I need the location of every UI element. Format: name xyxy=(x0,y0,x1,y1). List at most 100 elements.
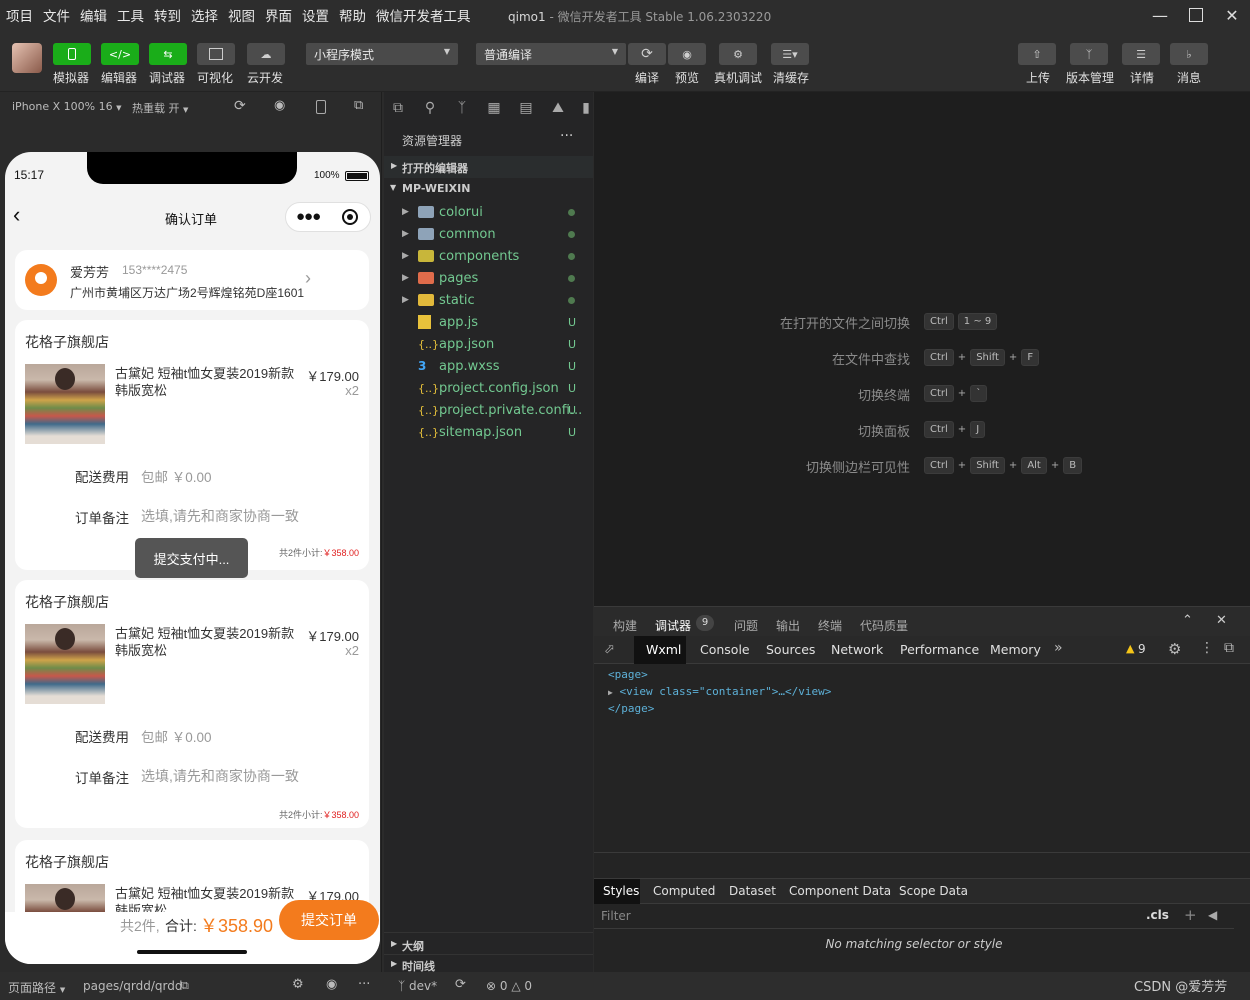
settings-gear-icon[interactable]: ⚙ xyxy=(1168,640,1181,658)
tab-console[interactable]: Console xyxy=(700,642,750,657)
visual-button[interactable] xyxy=(197,43,235,65)
debugger-button[interactable]: ⇆ xyxy=(149,43,187,65)
menu-tools[interactable]: 工具 xyxy=(117,5,144,25)
chevron-up-icon[interactable]: ⌃ xyxy=(1182,613,1193,628)
toggle-sidebar-icon[interactable]: ◀ xyxy=(1208,908,1217,922)
device-select[interactable]: iPhone X 100% 16 ▼ xyxy=(12,100,122,113)
kebab-menu-icon[interactable]: ⋮ xyxy=(1200,640,1214,656)
menu-select[interactable]: 选择 xyxy=(191,5,218,25)
menu-edit[interactable]: 编辑 xyxy=(80,5,107,25)
tab-styles[interactable]: Styles xyxy=(594,879,640,904)
wxml-line[interactable]: </page> xyxy=(608,702,654,715)
menu-goto[interactable]: 转到 xyxy=(154,5,181,25)
git-branch[interactable]: ᛉ dev* xyxy=(398,979,437,993)
version-button[interactable]: ᛉ xyxy=(1070,43,1108,65)
remote-debug-button[interactable]: ⚙ xyxy=(719,43,757,65)
back-icon[interactable]: ‹ xyxy=(13,202,20,228)
note-input[interactable]: 选填,请先和商家协商一致 xyxy=(141,506,299,526)
panel-icon[interactable]: ▮ xyxy=(576,98,596,118)
filter-input[interactable]: Filter xyxy=(601,909,631,923)
outline-section[interactable]: ▶ 大纲 xyxy=(384,932,593,954)
add-rule-icon[interactable]: + xyxy=(1184,906,1197,924)
more-icon[interactable]: ●●● xyxy=(296,208,321,225)
menu-wechat-devtools[interactable]: 微信开发者工具 xyxy=(376,5,471,25)
clear-cache-button[interactable]: ☰▾ xyxy=(771,43,809,65)
cloud-button[interactable]: ☁ xyxy=(247,43,285,65)
compile-button[interactable]: ⟳ xyxy=(628,43,666,65)
menu-project[interactable]: 项目 xyxy=(6,5,33,25)
storage-icon[interactable]: ▤ xyxy=(516,98,536,118)
close-capsule-icon[interactable] xyxy=(342,209,358,225)
tab-code-quality[interactable]: 代码质量 xyxy=(860,617,908,634)
minimize-icon[interactable]: — xyxy=(1142,0,1178,30)
maximize-icon[interactable] xyxy=(1178,0,1214,30)
note-input[interactable]: 选填,请先和商家协商一致 xyxy=(141,766,299,786)
wxml-line[interactable]: ▶ <view class="container">…</view> xyxy=(608,685,831,698)
upload-button[interactable]: ⇧ xyxy=(1018,43,1056,65)
mode-select[interactable]: 小程序模式 ▼ xyxy=(306,43,458,65)
menu-interface[interactable]: 界面 xyxy=(265,5,292,25)
menu-settings[interactable]: 设置 xyxy=(302,5,329,25)
avatar[interactable] xyxy=(12,43,42,73)
tab-network[interactable]: Network xyxy=(831,642,883,657)
tab-problems[interactable]: 问题 xyxy=(734,617,758,634)
rotate-icon[interactable]: ⟳ xyxy=(234,98,246,114)
messages-button[interactable]: ♭ xyxy=(1170,43,1208,65)
wxml-line[interactable]: <page> xyxy=(608,668,648,681)
editor-button[interactable]: </> xyxy=(101,43,139,65)
tab-output[interactable]: 输出 xyxy=(776,617,800,634)
dock-icon[interactable]: ⧉ xyxy=(1224,640,1234,656)
tree-item-common[interactable]: ▶ common xyxy=(384,223,593,245)
menu-help[interactable]: 帮助 xyxy=(339,5,366,25)
root-folder-section[interactable]: ▼ MP-WEIXIN xyxy=(384,178,593,200)
close-icon[interactable]: ✕ xyxy=(1214,0,1250,30)
tab-terminal[interactable]: 终端 xyxy=(818,617,842,634)
detach-icon[interactable]: ⧉ xyxy=(354,98,363,113)
tree-item-colorui[interactable]: ▶ colorui xyxy=(384,201,593,223)
preview-button[interactable]: ◉ xyxy=(668,43,706,65)
extensions-icon[interactable]: ▦ xyxy=(484,98,504,118)
tree-item-project-private-config[interactable]: {..} project.private.confi... U xyxy=(384,399,593,421)
record-icon[interactable]: ◉ xyxy=(274,98,285,113)
tab-computed[interactable]: Computed xyxy=(653,884,715,898)
tab-memory[interactable]: Memory xyxy=(990,642,1041,657)
submit-order-button[interactable]: 提交订单 xyxy=(279,900,379,940)
tab-scope-data[interactable]: Scope Data xyxy=(899,884,968,898)
cls-toggle[interactable]: .cls xyxy=(1146,908,1169,922)
sync-icon[interactable]: ⟳ xyxy=(455,977,466,992)
docker-icon[interactable]: ⛰ xyxy=(548,98,568,118)
details-button[interactable]: ☰ xyxy=(1122,43,1160,65)
timeline-section[interactable]: ▶ 时间线 xyxy=(384,954,593,973)
open-editors-section[interactable]: ▶ 打开的编辑器 xyxy=(384,156,593,178)
more-icon[interactable]: ··· xyxy=(358,977,370,992)
tree-item-project-config[interactable]: {..} project.config.json U xyxy=(384,377,593,399)
source-control-icon[interactable]: ᛉ xyxy=(452,98,472,118)
hotreload-toggle[interactable]: 热重载 开 ▼ xyxy=(132,100,188,116)
problems-summary[interactable]: ⊗ 0 △ 0 xyxy=(486,979,532,993)
tab-wxml[interactable]: Wxml xyxy=(634,636,686,664)
tree-item-static[interactable]: ▶ static xyxy=(384,289,593,311)
inspect-icon[interactable]: ⬀ xyxy=(604,642,615,657)
more-actions-icon[interactable]: ··· xyxy=(560,128,573,144)
tree-item-pages[interactable]: ▶ pages xyxy=(384,267,593,289)
tree-item-sitemap[interactable]: {..} sitemap.json U xyxy=(384,421,593,443)
tab-debugger[interactable]: 调试器 xyxy=(655,617,691,634)
tree-item-app-wxss[interactable]: 3 app.wxss U xyxy=(384,355,593,377)
compile-select[interactable]: 普通编译 ▼ xyxy=(476,43,626,65)
tab-performance[interactable]: Performance xyxy=(900,642,979,657)
tab-dataset[interactable]: Dataset xyxy=(729,884,776,898)
tab-component-data[interactable]: Component Data xyxy=(789,884,891,898)
tree-item-app-json[interactable]: {..} app.json U xyxy=(384,333,593,355)
warning-icon[interactable]: ▲ xyxy=(1126,642,1134,655)
more-tabs-icon[interactable]: » xyxy=(1054,640,1063,656)
menu-file[interactable]: 文件 xyxy=(43,5,70,25)
simulator-button[interactable] xyxy=(53,43,91,65)
phone-icon[interactable] xyxy=(316,100,326,114)
tree-item-components[interactable]: ▶ components xyxy=(384,245,593,267)
copy-icon[interactable]: ⧉ xyxy=(181,979,189,993)
tree-item-app-js[interactable]: app.js U xyxy=(384,311,593,333)
page-path-select[interactable]: 页面路径 ▼ xyxy=(8,979,65,996)
close-icon[interactable]: ✕ xyxy=(1216,613,1227,628)
expand-triangle-icon[interactable]: ▶ xyxy=(608,688,613,697)
eye-icon[interactable]: ◉ xyxy=(326,977,337,992)
